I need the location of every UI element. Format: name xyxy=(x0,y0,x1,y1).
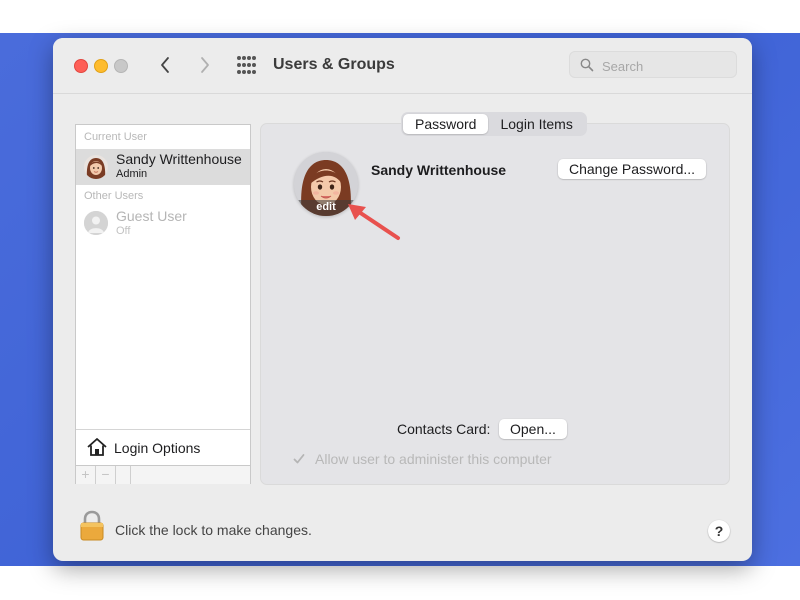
user-settings-panel: Password Login Items edit Sandy Writtenh… xyxy=(260,112,730,485)
sidebar-controls-spacer xyxy=(116,466,131,484)
close-window-button[interactable] xyxy=(74,59,88,73)
minimize-window-button[interactable] xyxy=(94,59,108,73)
tab-login-items[interactable]: Login Items xyxy=(488,114,584,134)
person-icon xyxy=(84,211,108,235)
user-name: Guest User xyxy=(116,208,187,224)
chevron-left-icon xyxy=(161,57,169,73)
lock-icon[interactable] xyxy=(79,510,105,542)
checkbox-checked-icon[interactable] xyxy=(293,453,305,465)
search-field[interactable] xyxy=(569,51,737,78)
zoom-window-button[interactable] xyxy=(114,59,128,73)
search-input[interactable] xyxy=(600,55,734,77)
current-user-header: Current User xyxy=(84,131,147,143)
user-role: Off xyxy=(116,225,131,237)
contacts-open-button[interactable]: Open... xyxy=(499,419,567,439)
login-options-label: Login Options xyxy=(114,440,201,456)
admin-checkbox-label: Allow user to administer this computer xyxy=(315,451,552,467)
search-icon xyxy=(580,58,594,72)
remove-user-button[interactable]: − xyxy=(96,466,116,484)
grid-icon xyxy=(237,56,256,74)
user-role: Admin xyxy=(116,168,148,180)
user-avatar xyxy=(84,211,108,235)
memoji-avatar-icon xyxy=(84,155,108,179)
system-preferences-window: Users & Groups Current User xyxy=(53,38,752,561)
profile-name: Sandy Writtenhouse xyxy=(371,162,507,178)
title-bar: Users & Groups xyxy=(53,38,752,94)
other-users-header: Other Users xyxy=(84,190,144,202)
users-list-sidebar: Current User Sandy Writtenhouse Admin Ot… xyxy=(75,124,251,484)
user-avatar xyxy=(84,155,108,179)
add-user-button[interactable]: + xyxy=(76,466,96,484)
sidebar-controls: + − xyxy=(76,465,250,484)
lock-message: Click the lock to make changes. xyxy=(115,522,312,538)
show-all-button[interactable] xyxy=(234,53,260,77)
user-list-item[interactable]: Guest User Off xyxy=(76,207,250,243)
help-button[interactable]: ? xyxy=(708,520,730,542)
contacts-card-label: Contacts Card: xyxy=(397,421,491,437)
chevron-right-icon xyxy=(201,57,209,73)
tab-password[interactable]: Password xyxy=(403,114,489,134)
annotation-arrow-icon xyxy=(348,204,400,240)
tab-bar: Password Login Items xyxy=(401,112,587,136)
forward-button[interactable] xyxy=(193,52,217,78)
house-icon xyxy=(87,438,107,456)
change-password-button[interactable]: Change Password... xyxy=(558,159,707,179)
login-options-item[interactable]: Login Options xyxy=(76,429,250,466)
back-button[interactable] xyxy=(153,52,177,78)
user-list-item[interactable]: Sandy Writtenhouse Admin xyxy=(76,149,250,185)
user-name: Sandy Writtenhouse xyxy=(116,151,242,167)
window-title: Users & Groups xyxy=(273,56,395,73)
